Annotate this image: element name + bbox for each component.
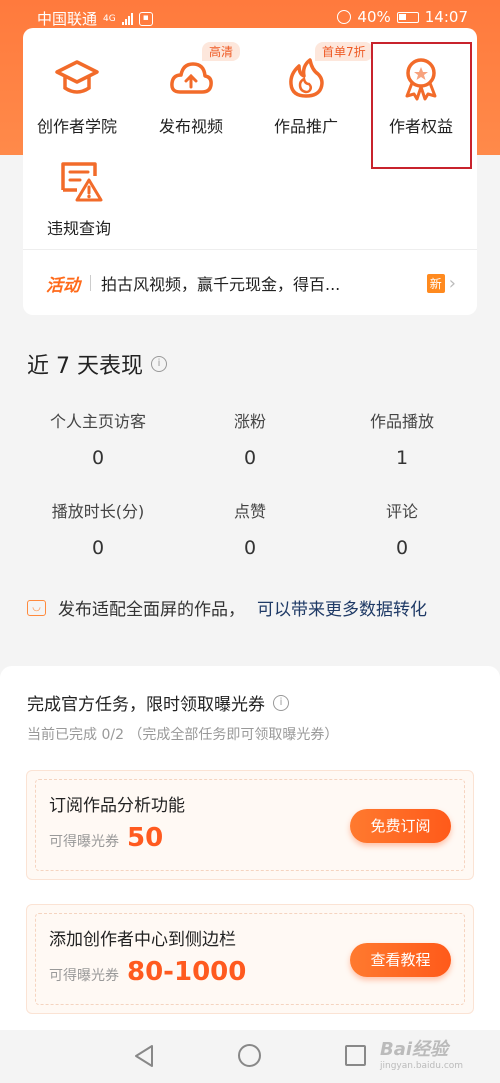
info-icon[interactable]: i bbox=[150, 356, 167, 372]
reward-value: 50 bbox=[127, 823, 164, 853]
divider bbox=[90, 275, 91, 291]
alarm-icon bbox=[337, 10, 352, 24]
tip-banner[interactable]: ◡ 发布适配全面屏的作品， 可以带来更多数据转化 bbox=[27, 595, 427, 620]
stat-label: 作品播放 bbox=[369, 412, 434, 431]
info-icon[interactable]: i bbox=[273, 694, 289, 711]
stat-label: 评论 bbox=[385, 502, 418, 521]
section-heading: 完成官方任务，限时领取曝光券 bbox=[27, 695, 265, 715]
carrier-label: 中国联通 bbox=[37, 10, 98, 28]
clock: 14:07 bbox=[424, 8, 468, 26]
task-item: 订阅作品分析功能 可得曝光券 50 免费订阅 bbox=[26, 770, 474, 880]
tasks-subtitle: 当前已完成 0/2 （完成全部任务即可领取曝光券） bbox=[27, 727, 339, 743]
graduation-cap-icon bbox=[55, 60, 99, 94]
stat-comments[interactable]: 评论 0 bbox=[327, 498, 477, 559]
stat-play-duration[interactable]: 播放时长(分) 0 bbox=[23, 498, 173, 559]
task-reward: 可得曝光券 50 bbox=[49, 823, 163, 853]
stat-value: 1 bbox=[395, 447, 409, 469]
reward-label: 可得曝光券 bbox=[49, 968, 119, 984]
back-icon[interactable] bbox=[133, 1044, 155, 1068]
subscribe-button[interactable]: 免费订阅 bbox=[350, 809, 451, 843]
watermark-url: jingyan.baidu.com bbox=[380, 1061, 464, 1071]
stat-value: 0 bbox=[395, 537, 409, 559]
tool-publish-video[interactable]: 发布视频 bbox=[136, 54, 246, 137]
new-badge: 新 bbox=[426, 273, 445, 293]
stat-label: 个人主页访客 bbox=[49, 412, 146, 431]
tool-label: 创作者学院 bbox=[36, 117, 117, 136]
tool-label: 违规查询 bbox=[46, 219, 111, 238]
tool-label: 作品推广 bbox=[273, 117, 338, 136]
divider bbox=[23, 249, 477, 250]
activity-text: 拍古风视频，赢千元现金，得百... bbox=[101, 275, 341, 294]
stat-label: 点赞 bbox=[233, 502, 266, 521]
battery-label: 40% bbox=[357, 8, 391, 26]
tasks-card: 完成官方任务，限时领取曝光券 i 当前已完成 0/2 （完成全部任务即可领取曝光… bbox=[0, 666, 500, 1046]
activity-tag: 活动 bbox=[46, 275, 80, 296]
stat-value: 0 bbox=[91, 447, 105, 469]
tool-violation-check[interactable]: 违规查询 bbox=[24, 156, 134, 239]
section-heading: 近 7 天表现 bbox=[27, 354, 143, 379]
tutorial-button[interactable]: 查看教程 bbox=[350, 943, 451, 977]
signal-icon bbox=[121, 12, 133, 25]
activity-banner[interactable]: 活动 拍古风视频，赢千元现金，得百... 新 › bbox=[46, 268, 456, 298]
recent-apps-icon[interactable] bbox=[345, 1045, 366, 1066]
watermark: Bai经验 jingyan.baidu.com bbox=[380, 1035, 463, 1071]
stat-likes[interactable]: 点赞 0 bbox=[175, 498, 325, 559]
violation-alert-icon bbox=[61, 162, 103, 202]
stat-visitors[interactable]: 个人主页访客 0 bbox=[23, 408, 173, 469]
tool-label: 发布视频 bbox=[158, 117, 223, 136]
network-label: 4G bbox=[103, 13, 116, 24]
stat-label: 涨粉 bbox=[233, 412, 266, 431]
discount-badge: 首单7折 bbox=[315, 42, 373, 61]
task-reward: 可得曝光券 80-1000 bbox=[49, 957, 246, 987]
watermark-logo: Bai经验 bbox=[380, 1039, 449, 1060]
stat-followers[interactable]: 涨粉 0 bbox=[175, 408, 325, 469]
tool-creator-academy[interactable]: 创作者学院 bbox=[22, 54, 132, 137]
task-item: 添加创作者中心到侧边栏 可得曝光券 80-1000 查看教程 bbox=[26, 904, 474, 1014]
stat-value: 0 bbox=[243, 447, 257, 469]
stat-value: 0 bbox=[243, 537, 257, 559]
task-name: 添加创作者中心到侧边栏 bbox=[49, 930, 236, 950]
stat-plays[interactable]: 作品播放 1 bbox=[327, 408, 477, 469]
reward-label: 可得曝光券 bbox=[49, 834, 119, 850]
home-icon[interactable] bbox=[238, 1044, 261, 1067]
smile-icon: ◡ bbox=[27, 599, 46, 616]
tip-link[interactable]: 可以带来更多数据转化 bbox=[257, 595, 427, 620]
performance-title: 近 7 天表现 i bbox=[27, 348, 167, 380]
stat-label: 播放时长(分) bbox=[51, 502, 145, 521]
battery-icon bbox=[396, 11, 419, 23]
stat-value: 0 bbox=[91, 537, 105, 559]
reward-value: 80-1000 bbox=[127, 957, 247, 987]
app-notification-icon: ▪ bbox=[138, 11, 153, 26]
cloud-upload-icon bbox=[170, 62, 213, 94]
tool-promotion[interactable]: 作品推广 bbox=[251, 54, 361, 137]
task-name: 订阅作品分析功能 bbox=[49, 796, 185, 816]
hd-badge: 高清 bbox=[202, 42, 241, 61]
fire-icon bbox=[289, 58, 324, 98]
tasks-title: 完成官方任务，限时领取曝光券 i bbox=[27, 690, 289, 715]
tip-text: 发布适配全面屏的作品， bbox=[58, 600, 245, 620]
chevron-right-icon: › bbox=[448, 272, 456, 294]
highlight-box bbox=[371, 42, 472, 169]
